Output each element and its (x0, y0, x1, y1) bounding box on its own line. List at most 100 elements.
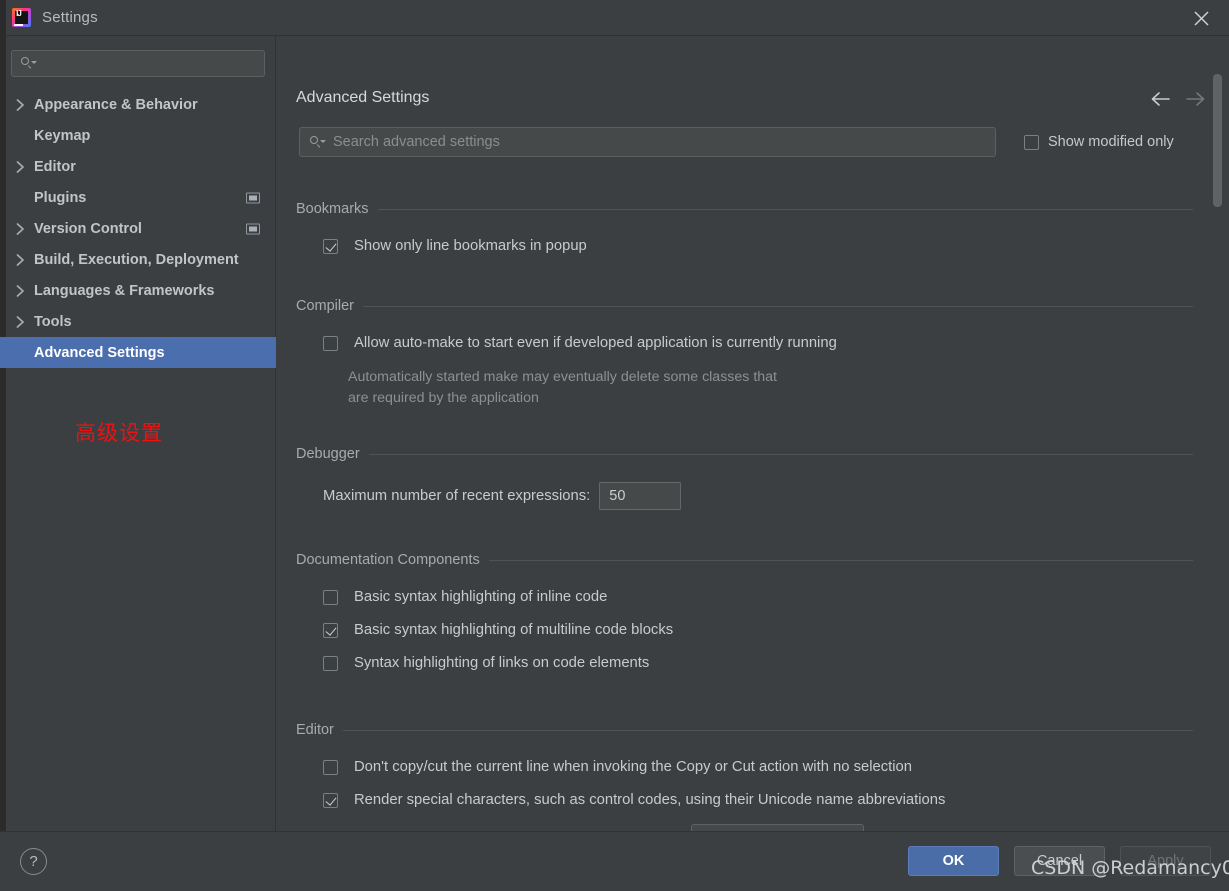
setting-label: Show only line bookmarks in popup (354, 238, 587, 254)
setting-description: Automatically started make may eventuall… (348, 369, 777, 385)
group-body: Allow auto-make to start even if develop… (296, 315, 1193, 409)
chevron-right-icon[interactable] (16, 253, 34, 266)
sidebar-item-version-control[interactable]: Version Control (0, 213, 276, 244)
sidebar-item-appearance-behavior[interactable]: Appearance & Behavior (0, 89, 276, 120)
setting-checkbox-row[interactable]: Allow auto-make to start even if develop… (296, 334, 1193, 352)
show-modified-only-box[interactable] (1024, 134, 1039, 150)
settings-sidebar: Appearance & Behavior Keymap Editor Plugins… (0, 36, 276, 831)
setting-checkbox[interactable] (323, 239, 338, 254)
recent-expressions-input[interactable]: 50 (599, 482, 682, 510)
settings-dialog: IJ Settings Appearance & Behavior Keymap E… (0, 0, 1229, 891)
chevron-right-icon[interactable] (16, 284, 34, 297)
settings-group: Debugger Maximum number of recent express… (296, 445, 1193, 510)
chevron-right-icon[interactable] (16, 315, 34, 328)
settings-main-panel: Advanced Settings Search advanced settin… (277, 36, 1229, 831)
setting-checkbox-row[interactable]: Basic syntax highlighting of inline code (296, 588, 1193, 606)
group-divider (368, 453, 1193, 455)
settings-content: Bookmarks Show only line bookmarks in pop… (277, 176, 1229, 831)
sidebar-item-label: Keymap (34, 127, 91, 144)
intellij-logo-icon: IJ (12, 8, 31, 27)
setting-checkbox-row[interactable]: Show only line bookmarks in popup (296, 237, 1193, 255)
arrow-right-icon[interactable] (1185, 88, 1207, 110)
advanced-search-placeholder[interactable]: Search advanced settings (326, 134, 995, 150)
scrollbar-thumb[interactable] (1213, 74, 1222, 207)
group-header: Debugger (296, 445, 1193, 463)
navigation-arrows (1149, 88, 1207, 110)
watermark: CSDN @Redamancy06 (1031, 857, 1229, 879)
ok-button[interactable]: OK (908, 846, 999, 876)
setting-checkbox[interactable] (323, 336, 338, 351)
sidebar-item-keymap[interactable]: Keymap (0, 120, 276, 151)
setting-checkbox[interactable] (323, 793, 338, 808)
advanced-search-input[interactable]: Search advanced settings (299, 127, 996, 157)
sidebar-item-label: Tools (34, 313, 72, 330)
group-header: Bookmarks (296, 200, 1193, 218)
setting-checkbox[interactable] (323, 760, 338, 775)
settings-group: Compiler Allow auto-make to start even if… (296, 297, 1193, 409)
group-body: Don't copy/cut the current line when inv… (296, 739, 1193, 831)
setting-label: Basic syntax highlighting of multiline c… (354, 622, 674, 638)
sidebar-item-advanced-settings[interactable]: Advanced Settings (0, 337, 276, 368)
show-modified-only-label: Show modified only (1048, 134, 1174, 150)
title-bar-left-edge (0, 0, 6, 36)
sidebar-item-build-execution-deployment[interactable]: Build, Execution, Deployment (0, 244, 276, 275)
group-title: Documentation Components (296, 552, 480, 568)
setting-label: Syntax highlighting of links on code ele… (354, 655, 650, 671)
sidebar-item-plugins[interactable]: Plugins (0, 182, 276, 213)
setting-checkbox[interactable] (323, 656, 338, 671)
settings-group: Documentation Components Basic syntax hig… (296, 551, 1193, 687)
intellij-logo-text: IJ (16, 9, 22, 18)
window-title: Settings (42, 9, 98, 26)
setting-label: Don't copy/cut the current line when inv… (354, 759, 913, 775)
group-title: Editor (296, 722, 334, 738)
setting-checkbox-row[interactable]: Syntax highlighting of links on code ele… (296, 654, 1193, 672)
setting-checkbox[interactable] (323, 623, 338, 638)
sidebar-search[interactable] (11, 50, 265, 77)
chevron-right-icon[interactable] (16, 98, 34, 111)
setting-combo-row: Tab character rendering:Horizontal line (296, 824, 1193, 831)
group-divider (488, 559, 1193, 561)
tab-character-rendering-dropdown[interactable]: Horizontal line (691, 824, 864, 831)
setting-label: Maximum number of recent expressions: (323, 488, 591, 504)
sidebar-item-label: Editor (34, 158, 76, 175)
setting-label: Allow auto-make to start even if develop… (354, 335, 837, 351)
group-title: Bookmarks (296, 201, 369, 217)
group-body: Basic syntax highlighting of inline code… (296, 569, 1193, 672)
group-header: Editor (296, 721, 1193, 739)
chevron-right-icon[interactable] (16, 160, 34, 173)
setting-checkbox[interactable] (323, 590, 338, 605)
setting-checkbox-row[interactable]: Render special characters, such as contr… (296, 791, 1193, 809)
group-divider (342, 729, 1193, 731)
sidebar-item-label: Appearance & Behavior (34, 96, 198, 113)
settings-sync-badge-icon (246, 223, 260, 234)
group-divider (363, 305, 1193, 307)
arrow-left-icon[interactable] (1149, 88, 1171, 110)
group-header: Documentation Components (296, 551, 1193, 569)
sidebar-item-languages-frameworks[interactable]: Languages & Frameworks (0, 275, 276, 306)
setting-field-row: Maximum number of recent expressions: 50 (296, 482, 1193, 510)
sidebar-item-editor[interactable]: Editor (0, 151, 276, 182)
settings-sync-badge-icon (246, 192, 260, 203)
help-button[interactable]: ? (20, 848, 47, 875)
page-title: Advanced Settings (296, 89, 430, 106)
chevron-right-icon[interactable] (16, 222, 34, 235)
advanced-search-row: Search advanced settings Show modified o… (299, 127, 1211, 157)
sidebar-item-label: Version Control (34, 220, 142, 237)
setting-checkbox-row[interactable]: Basic syntax highlighting of multiline c… (296, 621, 1193, 639)
show-modified-only-checkbox[interactable]: Show modified only (1024, 134, 1174, 150)
close-icon[interactable] (1173, 0, 1229, 36)
setting-label: Basic syntax highlighting of inline code (354, 589, 608, 605)
title-bar: IJ Settings (0, 0, 1229, 36)
sidebar-item-label: Advanced Settings (34, 344, 165, 361)
group-body: Show only line bookmarks in popup (296, 218, 1193, 255)
vertical-scrollbar[interactable] (1213, 74, 1222, 826)
sidebar-item-label: Languages & Frameworks (34, 282, 215, 299)
search-icon (309, 135, 326, 150)
settings-group: Editor Don't copy/cut the current line wh… (296, 721, 1193, 831)
group-title: Compiler (296, 298, 355, 314)
setting-checkbox-row[interactable]: Don't copy/cut the current line when inv… (296, 758, 1193, 776)
settings-tree: Appearance & Behavior Keymap Editor Plugins… (0, 89, 276, 368)
setting-label: Render special characters, such as contr… (354, 792, 946, 808)
search-icon (20, 56, 37, 71)
sidebar-item-tools[interactable]: Tools (0, 306, 276, 337)
